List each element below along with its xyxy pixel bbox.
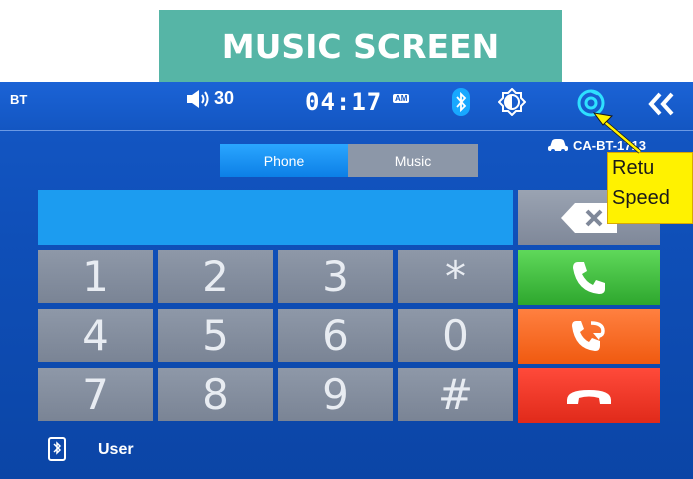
key-9[interactable]: 9 xyxy=(278,368,393,421)
key-star[interactable]: * xyxy=(398,250,513,303)
head-unit-screen: BT 30 04:17 AM CA-BT-1713 Phone Music 1 … xyxy=(0,82,693,479)
brightness-icon[interactable] xyxy=(498,88,526,116)
hangup-button[interactable] xyxy=(518,368,660,423)
volume-icon xyxy=(187,89,209,108)
redial-icon xyxy=(572,320,605,351)
key-0[interactable]: 0 xyxy=(398,309,513,362)
key-4[interactable]: 4 xyxy=(38,309,153,362)
clock: 04:17 xyxy=(305,88,383,116)
volume-indicator[interactable]: 30 xyxy=(186,88,234,109)
redial-button[interactable] xyxy=(518,309,660,364)
footer-bar: User xyxy=(0,427,693,479)
volume-level: 30 xyxy=(214,88,235,108)
tab-music[interactable]: Music xyxy=(348,144,478,177)
annotation-callout: Retu Speed xyxy=(607,152,693,224)
callout-line-2: Speed xyxy=(612,187,670,209)
bt-label: BT xyxy=(10,92,28,107)
key-3[interactable]: 3 xyxy=(278,250,393,303)
am-pm-badge: AM xyxy=(393,94,410,103)
tab-phone[interactable]: Phone xyxy=(220,144,348,177)
return-icon[interactable] xyxy=(576,88,606,118)
hangup-icon xyxy=(567,389,611,404)
callout-line-1: Retu xyxy=(612,157,655,179)
music-screen-banner: MUSIC SCREEN xyxy=(159,10,562,82)
dial-number-display xyxy=(38,190,513,245)
banner-title: MUSIC SCREEN xyxy=(221,26,500,66)
key-2[interactable]: 2 xyxy=(158,250,273,303)
car-icon xyxy=(548,139,568,153)
status-bar: BT 30 04:17 AM xyxy=(0,82,693,131)
phone-device-icon[interactable] xyxy=(48,437,66,461)
call-button[interactable] xyxy=(518,250,660,305)
user-label: User xyxy=(98,441,134,458)
device-name: CA-BT-1713 xyxy=(573,137,646,153)
collapse-icon[interactable] xyxy=(648,92,676,116)
key-8[interactable]: 8 xyxy=(158,368,273,421)
connected-device: CA-BT-1713 xyxy=(547,137,646,153)
phone-call-icon xyxy=(573,261,605,294)
key-6[interactable]: 6 xyxy=(278,309,393,362)
key-hash[interactable]: # xyxy=(398,368,513,421)
key-1[interactable]: 1 xyxy=(38,250,153,303)
key-7[interactable]: 7 xyxy=(38,368,153,421)
bluetooth-icon[interactable] xyxy=(452,88,470,116)
key-5[interactable]: 5 xyxy=(158,309,273,362)
dial-keypad: 1 2 3 * 4 5 6 0 7 8 9 # xyxy=(38,250,513,421)
tab-bar: Phone Music xyxy=(220,144,478,177)
